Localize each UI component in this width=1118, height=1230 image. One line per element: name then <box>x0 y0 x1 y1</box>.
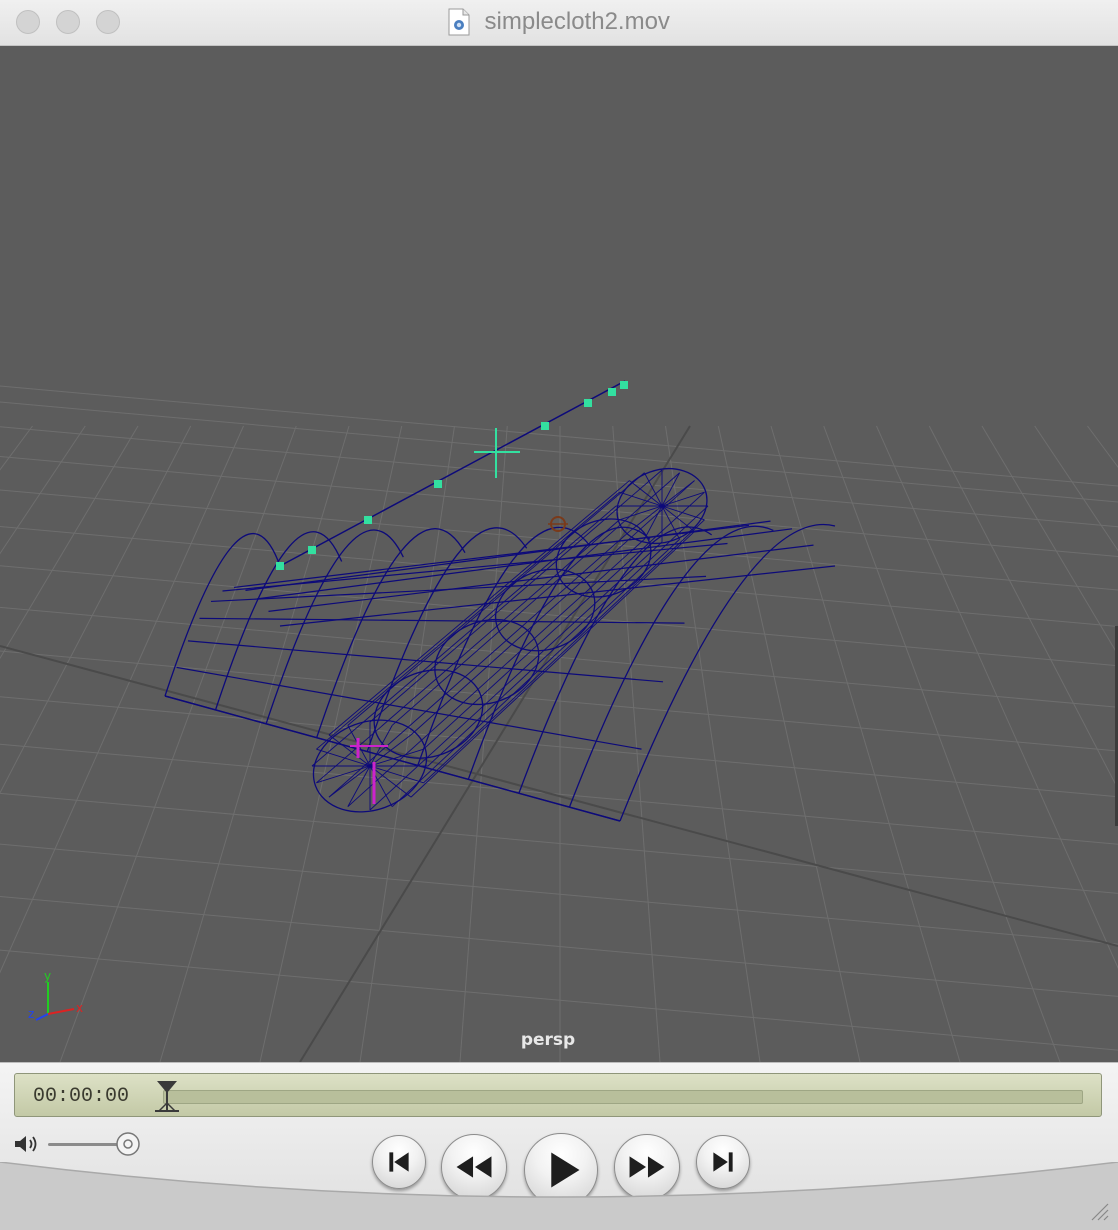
grid-line <box>0 650 1118 752</box>
cylinder-strut <box>311 505 617 767</box>
cylinder-spoke <box>629 505 663 532</box>
grid-line <box>0 843 1118 945</box>
camera-label: persp <box>520 1030 576 1050</box>
axis-gizmo: y x z <box>28 969 83 1021</box>
axis-z-label: z <box>28 1007 34 1021</box>
cylinder-strut <box>328 480 630 736</box>
selected-vertex <box>584 399 592 407</box>
cylinder-wireframe <box>311 468 709 813</box>
axis-y-label: y <box>44 969 51 983</box>
ground-grid <box>0 385 1118 1062</box>
quicktime-document-icon <box>448 8 470 36</box>
cloth-longitude <box>187 640 664 683</box>
timeline-track[interactable] <box>163 1090 1083 1104</box>
selected-vertex <box>608 388 616 396</box>
grid-line <box>0 895 1118 997</box>
selected-vertex <box>620 381 628 389</box>
window-title-wrap: simplecloth2.mov <box>0 8 1118 36</box>
grid-line <box>359 425 455 1062</box>
grid-line <box>981 425 1118 656</box>
cloth-rib <box>518 526 713 794</box>
grid-line <box>0 425 33 471</box>
resize-grip-icon[interactable] <box>1086 1198 1110 1222</box>
title-bar[interactable]: simplecloth2.mov <box>0 0 1118 46</box>
quicktime-window: simplecloth2.mov y x z persp 00:00:00 <box>0 0 1118 1230</box>
grid-line <box>59 425 297 1062</box>
grid-line <box>0 696 1118 798</box>
grid-line <box>1087 425 1118 468</box>
cloth-rib <box>164 533 281 697</box>
grid-line <box>770 425 961 1062</box>
selected-vertex <box>541 422 549 430</box>
grid-line <box>0 425 86 555</box>
controller-footer <box>0 1162 1118 1230</box>
cloth-rib <box>568 525 774 808</box>
viewport-scene: y x z <box>0 380 1118 1062</box>
selected-vertex <box>364 516 372 524</box>
grid-line <box>665 425 761 1062</box>
cloth-edge <box>279 380 626 567</box>
grid-line <box>0 426 1118 528</box>
timeline-display: 00:00:00 <box>14 1073 1102 1117</box>
grid-line <box>0 743 1118 845</box>
cylinder-strut <box>391 472 680 726</box>
timecode: 00:00:00 <box>33 1085 130 1108</box>
volume-icon[interactable] <box>13 1133 43 1155</box>
selected-vertex <box>434 480 442 488</box>
grid-line <box>928 425 1118 791</box>
playhead[interactable] <box>151 1079 183 1115</box>
grid-axis-line <box>0 645 1118 947</box>
grid-line <box>0 425 139 660</box>
grid-line <box>823 425 1061 1062</box>
video-viewport[interactable]: y x z persp <box>0 46 1118 1062</box>
grid-line <box>0 792 1118 894</box>
volume-slider-knob[interactable] <box>115 1131 141 1157</box>
grid-line <box>876 425 1118 970</box>
grid-line <box>259 425 403 1062</box>
grid-line <box>1034 425 1118 552</box>
window-title: simplecloth2.mov <box>484 8 670 35</box>
grid-line <box>0 425 244 974</box>
selected-vertex <box>276 562 284 570</box>
selected-vertex <box>308 546 316 554</box>
cylinder-strut <box>328 531 630 798</box>
axis-x-label: x <box>76 1001 83 1015</box>
